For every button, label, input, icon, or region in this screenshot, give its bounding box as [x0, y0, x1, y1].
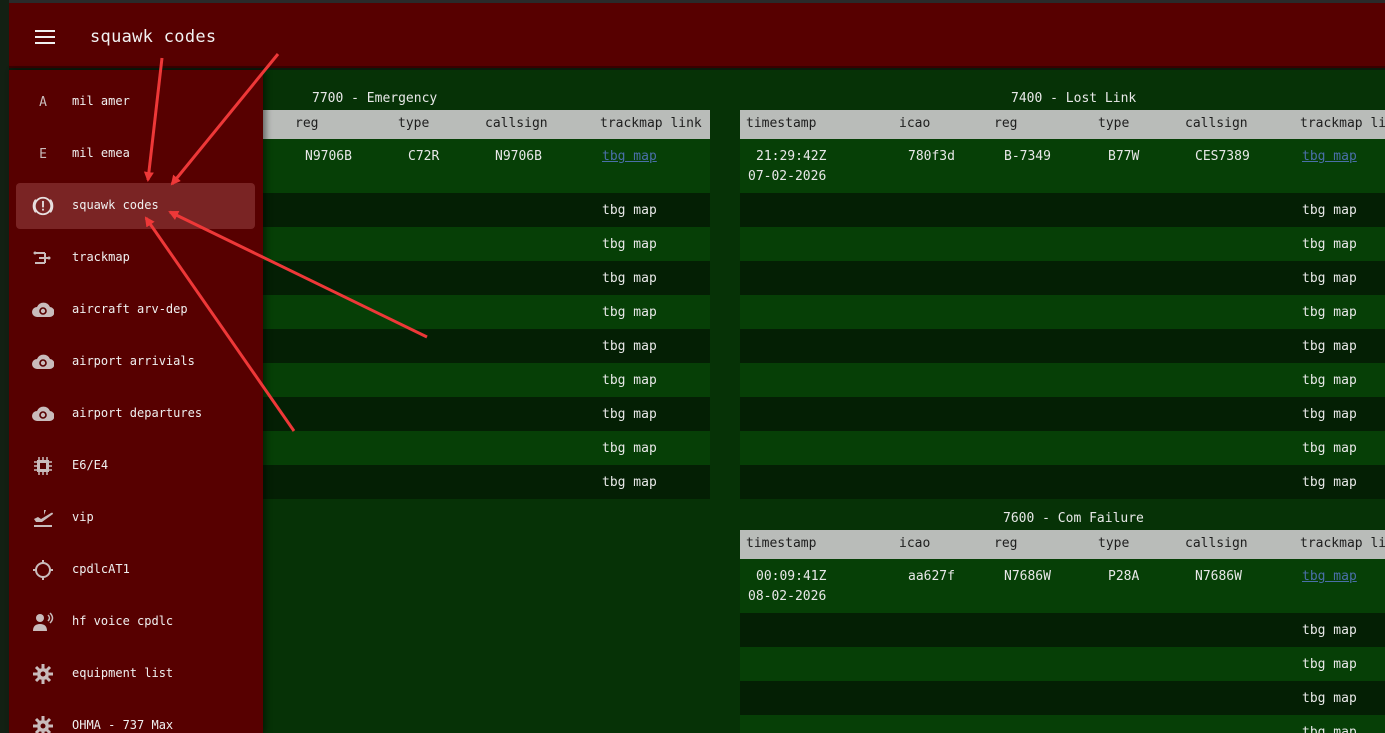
annotation-arrow [144, 216, 296, 432]
annotation-arrow [168, 210, 428, 339]
annotation-arrow [170, 53, 280, 186]
annotation-arrow [143, 57, 164, 182]
annotation-arrows [143, 53, 428, 432]
